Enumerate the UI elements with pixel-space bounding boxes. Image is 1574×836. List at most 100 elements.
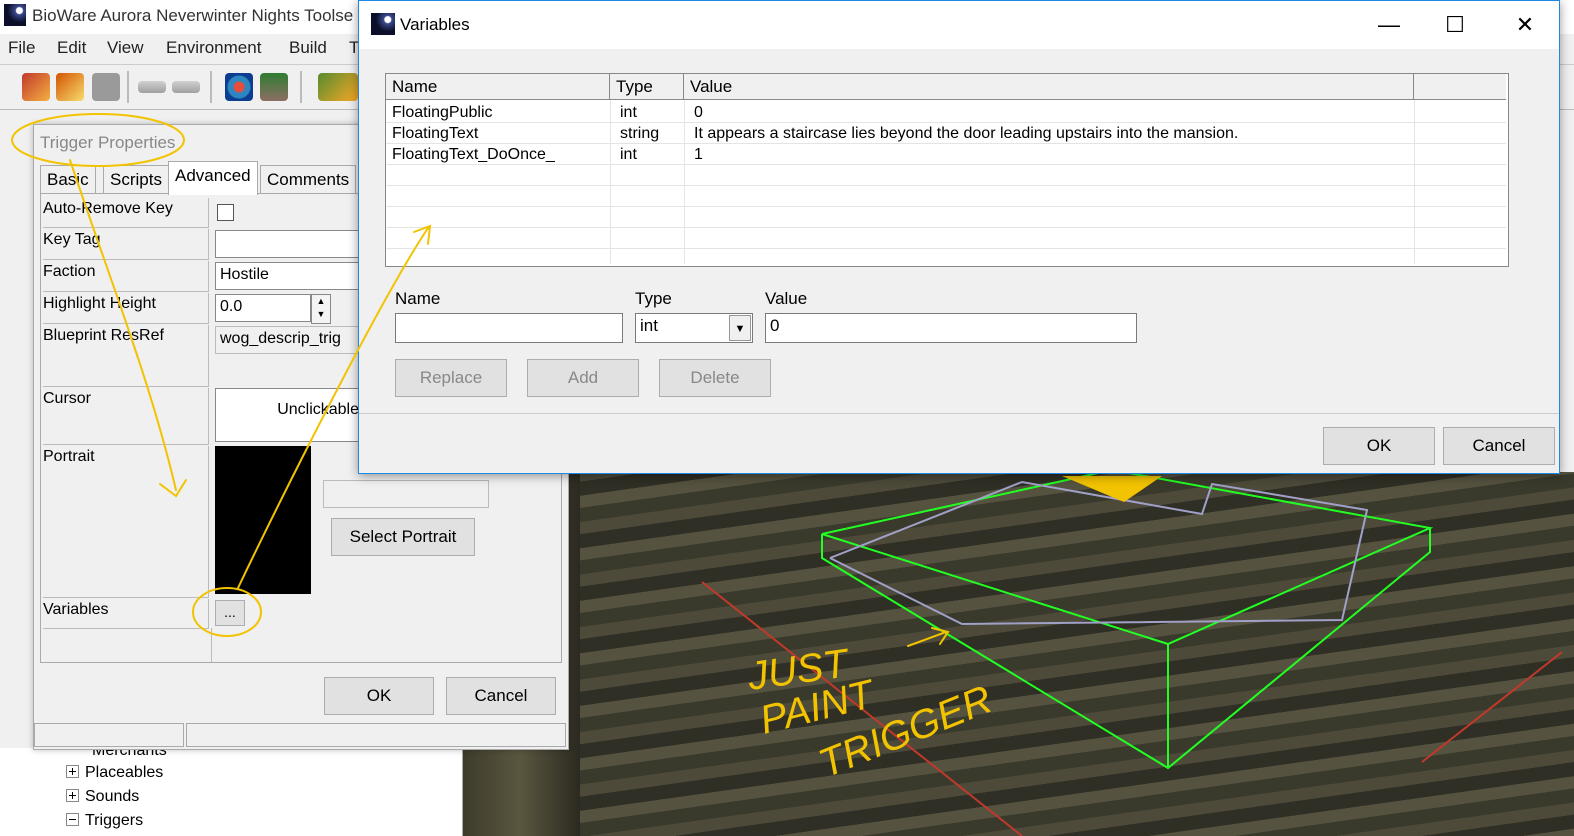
- name-label: Name: [395, 289, 441, 308]
- value-label: Value: [765, 289, 808, 308]
- highlight-height-spinner[interactable]: ▲ ▼: [311, 294, 331, 324]
- name-input[interactable]: [395, 313, 623, 343]
- menu-build[interactable]: Build: [289, 38, 327, 58]
- menu-environment[interactable]: Environment: [166, 38, 261, 58]
- highlight-height-input[interactable]: 0.0: [215, 294, 311, 322]
- prop-label-blueprint-resref: Blueprint ResRef: [43, 325, 209, 387]
- cell-name: FloatingPublic: [392, 104, 493, 121]
- prop-label-faction: Faction: [43, 261, 209, 292]
- redo-icon[interactable]: [172, 81, 200, 93]
- tab-basic[interactable]: Basic: [40, 165, 96, 194]
- main-window-title: BioWare Aurora Neverwinter Nights Toolse: [32, 6, 354, 25]
- zoom-icon[interactable]: [225, 73, 253, 101]
- cell-value: 1: [694, 146, 703, 163]
- paint-icon[interactable]: [22, 73, 50, 101]
- replace-button[interactable]: Replace: [395, 359, 507, 397]
- add-button[interactable]: Add: [527, 359, 639, 397]
- rotate-icon[interactable]: [318, 73, 358, 101]
- chevron-down-icon[interactable]: ▼: [729, 315, 751, 341]
- faction-select[interactable]: Hostile: [215, 262, 361, 290]
- grid-line: [386, 185, 1506, 186]
- column-header-name[interactable]: Name: [386, 74, 610, 100]
- prop-label-cursor: Cursor: [43, 388, 209, 445]
- grid-line: [386, 206, 1506, 207]
- aurora-app-icon: [371, 13, 395, 35]
- stop-icon[interactable]: [92, 73, 120, 101]
- dialog-divider: [359, 413, 1559, 414]
- cell-name: FloatingText: [392, 125, 479, 142]
- menu-view[interactable]: View: [107, 38, 144, 58]
- tree-item-placeables[interactable]: Placeables: [66, 764, 163, 782]
- tab-comments[interactable]: Comments: [260, 165, 357, 194]
- grid-line: [386, 227, 1506, 228]
- toolbar-separator: [300, 71, 302, 103]
- grid-axis-line-2: [1421, 651, 1563, 763]
- tree-item-label: Sounds: [85, 788, 140, 805]
- dialog-title: Trigger Properties: [40, 133, 176, 152]
- type-select-value: int: [640, 316, 658, 335]
- undo-icon[interactable]: [138, 81, 166, 93]
- prop-label-auto-remove-key: Auto-Remove Key: [43, 198, 209, 228]
- cancel-button[interactable]: Cancel: [1443, 427, 1555, 465]
- type-select[interactable]: int ▼: [635, 313, 753, 343]
- expand-plus-icon[interactable]: [66, 789, 79, 802]
- close-icon[interactable]: ✕: [1491, 1, 1559, 49]
- column-header-type[interactable]: Type: [610, 74, 684, 100]
- key-tag-input[interactable]: [215, 230, 361, 258]
- terrain-icon[interactable]: [260, 73, 288, 101]
- menu-file[interactable]: File: [8, 38, 35, 58]
- cell-value: It appears a staircase lies beyond the d…: [694, 125, 1239, 142]
- portrait-image: [215, 446, 311, 594]
- dialog-title: Variables: [400, 15, 470, 34]
- tab-scripts[interactable]: Scripts: [103, 165, 169, 194]
- aurora-app-icon: [4, 4, 26, 26]
- variables-list[interactable]: Name Type Value FloatingPublic int 0 Flo…: [385, 73, 1509, 267]
- tree-item-label: Placeables: [85, 764, 164, 781]
- tree-item-triggers[interactable]: Triggers: [66, 812, 143, 830]
- minimize-icon[interactable]: —: [1355, 1, 1423, 49]
- ok-button[interactable]: OK: [324, 677, 434, 715]
- tree-item-sounds[interactable]: Sounds: [66, 788, 139, 806]
- viewport-scene: [701, 472, 1563, 836]
- column-header-value[interactable]: Value: [684, 74, 1414, 100]
- trigger-geometry-outline: [829, 480, 1369, 626]
- dialog-status-bar: [34, 723, 568, 749]
- maximize-icon[interactable]: ☐: [1421, 1, 1489, 49]
- column-header-empty: [1414, 74, 1506, 100]
- prop-label-highlight-height: Highlight Height: [43, 293, 209, 324]
- portrait-name-field: [323, 480, 489, 508]
- prop-divider: [211, 628, 212, 662]
- type-label: Type: [635, 289, 672, 308]
- status-pane-2: [186, 723, 566, 747]
- grid-line: [386, 248, 1506, 249]
- paint-trigger-icon[interactable]: [56, 73, 84, 101]
- cell-value: 0: [694, 104, 703, 121]
- cell-name: FloatingText_DoOnce_: [392, 146, 555, 163]
- expand-plus-icon[interactable]: [66, 765, 79, 778]
- status-pane-1: [34, 723, 184, 747]
- menu-edit[interactable]: Edit: [57, 38, 86, 58]
- ok-button[interactable]: OK: [1323, 427, 1435, 465]
- cancel-button[interactable]: Cancel: [446, 677, 556, 715]
- variables-titlebar: Variables — ☐ ✕: [359, 1, 1559, 49]
- cell-type: int: [620, 104, 637, 121]
- table-row[interactable]: FloatingText string It appears a stairca…: [386, 123, 1506, 144]
- cell-type: string: [620, 125, 660, 142]
- collapse-minus-icon[interactable]: [66, 813, 79, 826]
- table-row[interactable]: FloatingPublic int 0: [386, 102, 1506, 123]
- tree-item-label: Triggers: [85, 812, 144, 829]
- prop-label-key-tag: Key Tag: [43, 229, 209, 260]
- tab-advanced[interactable]: Advanced: [168, 161, 258, 195]
- table-row[interactable]: FloatingText_DoOnce_ int 1: [386, 144, 1506, 165]
- select-portrait-button[interactable]: Select Portrait: [331, 518, 475, 556]
- grid-axis-line: [701, 581, 1023, 836]
- delete-button[interactable]: Delete: [659, 359, 771, 397]
- value-input[interactable]: 0: [765, 313, 1137, 343]
- cell-type: int: [620, 146, 637, 163]
- variables-edit-button[interactable]: ...: [215, 600, 245, 626]
- cursor-select[interactable]: Unclickable: [215, 388, 361, 442]
- auto-remove-key-checkbox[interactable]: [217, 204, 234, 221]
- variables-dialog: Variables — ☐ ✕ Name Type Value Floating…: [358, 0, 1560, 474]
- prop-label-variables: Variables: [43, 599, 209, 629]
- module-tree: Merchants Placeables Sounds Triggers: [0, 742, 463, 836]
